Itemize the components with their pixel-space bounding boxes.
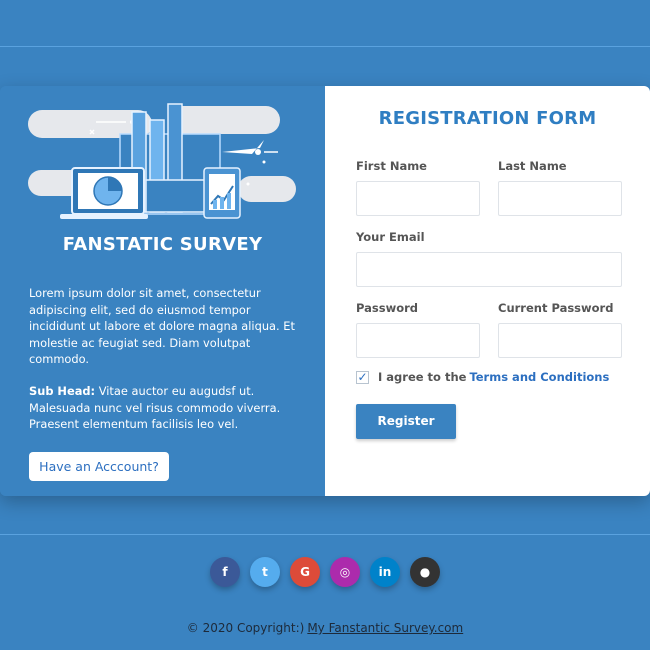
survey-title: FANSTATIC SURVEY — [62, 234, 263, 255]
email-label: Your Email — [356, 230, 425, 244]
footer-copyright: © 2020 Copyright:) My Fanstantic Survey.c… — [0, 621, 650, 635]
agree-checkbox[interactable]: ✓ — [356, 370, 369, 384]
last-name-input[interactable] — [498, 181, 622, 216]
checkmark-icon: ✓ — [357, 370, 368, 384]
facebook-icon[interactable]: f — [210, 557, 240, 587]
dashboard-illustration-icon — [28, 103, 296, 219]
registration-card: FANSTATIC SURVEY Lorem ipsum dolor sit a… — [0, 86, 650, 496]
current-password-label: Current Password — [498, 301, 614, 315]
terms-agreement: ✓ I agree to the Terms and Conditions — [356, 370, 609, 384]
survey-panel: FANSTATIC SURVEY Lorem ipsum dolor sit a… — [0, 86, 325, 496]
google-icon[interactable]: G — [290, 557, 320, 587]
social-links: f t G ◎ in ● — [210, 557, 440, 587]
subhead-label: Sub Head: — [29, 384, 96, 398]
copyright-text: © 2020 Copyright:) — [186, 621, 305, 635]
survey-subhead: Sub Head: Vitae auctor eu augudsf ut. Ma… — [29, 383, 297, 433]
twitter-icon[interactable]: t — [250, 557, 280, 587]
agree-text: I agree to the — [378, 370, 467, 384]
terms-link[interactable]: Terms and Conditions — [469, 370, 609, 384]
first-name-label: First Name — [356, 159, 427, 173]
register-button[interactable]: Register — [356, 404, 456, 439]
survey-description: Lorem ipsum dolor sit amet, consectetur … — [29, 286, 295, 367]
first-name-input[interactable] — [356, 181, 480, 216]
bottom-divider — [0, 534, 650, 535]
linkedin-icon[interactable]: in — [370, 557, 400, 587]
password-input[interactable] — [356, 323, 480, 358]
email-input[interactable] — [356, 252, 622, 287]
password-label: Password — [356, 301, 418, 315]
github-icon[interactable]: ● — [410, 557, 440, 587]
current-password-input[interactable] — [498, 323, 622, 358]
form-title: REGISTRATION FORM — [378, 108, 597, 129]
registration-form: REGISTRATION FORM First Name Last Name Y… — [325, 86, 650, 496]
top-divider — [0, 46, 650, 47]
have-account-button[interactable]: Have an Acccount? — [29, 452, 169, 481]
instagram-icon[interactable]: ◎ — [330, 557, 360, 587]
site-link[interactable]: My Fanstantic Survey.com — [307, 621, 463, 635]
last-name-label: Last Name — [498, 159, 567, 173]
